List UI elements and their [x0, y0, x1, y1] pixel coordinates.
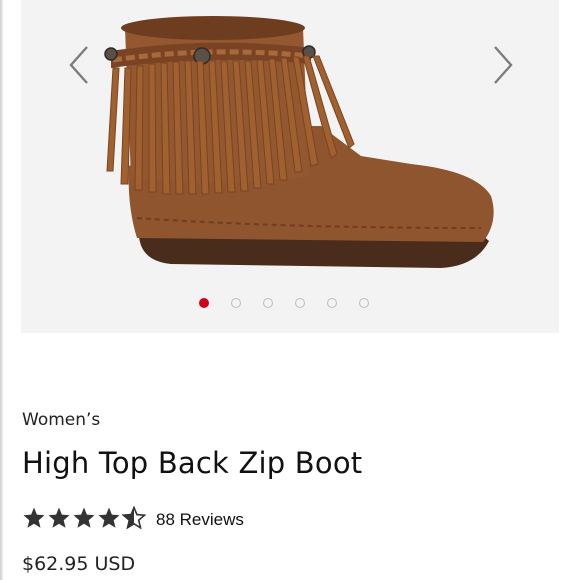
carousel-dot[interactable] — [295, 298, 305, 308]
previous-image-button[interactable] — [65, 43, 93, 87]
product-category: Women’s — [22, 410, 101, 430]
product-title: High Top Back Zip Boot — [22, 446, 363, 480]
star-full-icon — [48, 507, 70, 528]
product-price: $62.95 USD — [22, 553, 136, 575]
star-rating — [22, 506, 146, 530]
star-full-icon — [73, 507, 95, 528]
chevron-right-icon — [494, 46, 513, 84]
page-edge — [0, 0, 3, 580]
carousel-dot[interactable] — [359, 298, 369, 308]
product-rating: 88 Reviews — [22, 506, 244, 530]
carousel-dot[interactable] — [327, 298, 337, 308]
reviews-link[interactable]: 88 Reviews — [156, 510, 244, 530]
carousel-dot[interactable] — [263, 298, 273, 308]
star-full-icon — [98, 507, 120, 528]
carousel-dot[interactable] — [231, 298, 241, 308]
next-image-button[interactable] — [489, 43, 517, 87]
product-image-carousel[interactable] — [21, 0, 559, 333]
product-image — [104, 16, 494, 268]
star-full-icon — [23, 507, 45, 528]
star-half-icon — [122, 506, 146, 530]
chevron-left-icon — [69, 46, 88, 84]
carousel-pagination — [199, 298, 369, 310]
carousel-dot[interactable] — [199, 298, 209, 308]
